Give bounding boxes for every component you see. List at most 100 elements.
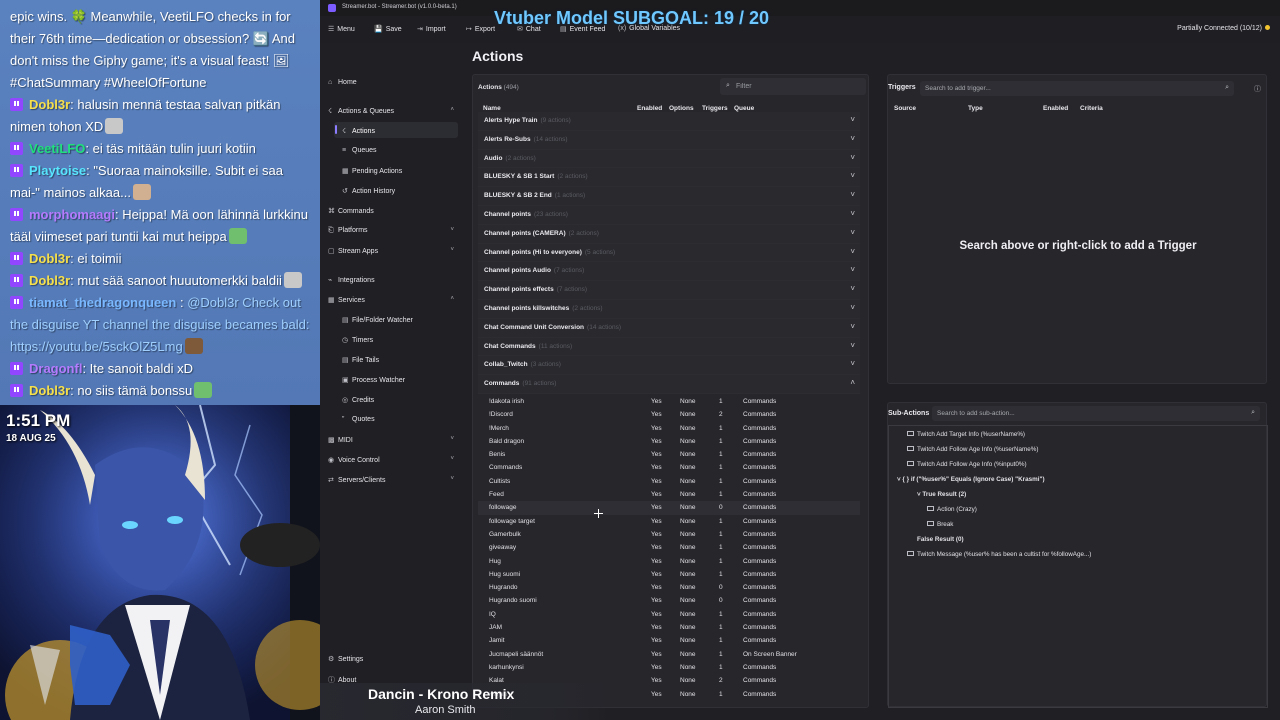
sidebar-item-actions-queues[interactable]: ☇ Actions & Queues bbox=[328, 107, 394, 115]
chevron-down-icon[interactable]: ˅ bbox=[850, 209, 855, 218]
subaction-search[interactable]: ⌕ bbox=[932, 406, 1260, 421]
chevron-icon[interactable]: ˅ bbox=[450, 227, 454, 233]
menu-menu-button[interactable]: ☰ Menu bbox=[328, 25, 355, 33]
sidebar-item-servers-clients[interactable]: ⇄ Servers/Clients bbox=[328, 476, 385, 484]
column-header-criteria[interactable]: Criteria bbox=[1080, 105, 1103, 112]
sidebar-item-process-watcher[interactable]: ▣ Process Watcher bbox=[342, 376, 405, 384]
subaction-item[interactable]: ˅ True Result (2) bbox=[917, 491, 966, 498]
subaction-item[interactable]: Action (Crazy) bbox=[927, 506, 977, 513]
sidebar-item-midi[interactable]: ▩ MIDI bbox=[328, 436, 353, 444]
subaction-search-input[interactable] bbox=[937, 408, 1227, 419]
table-row[interactable]: Benis Yes None 1 Commands bbox=[478, 448, 860, 461]
action-group[interactable]: Alerts Re-Subs (14 actions) ˅ bbox=[478, 130, 860, 150]
sidebar-item-commands[interactable]: ⌘ Commands bbox=[328, 207, 374, 215]
sidebar-item-timers[interactable]: ◷ Timers bbox=[342, 336, 373, 344]
action-group[interactable]: Channel points Audio (7 actions) ˅ bbox=[478, 262, 860, 282]
chevron-down-icon[interactable]: ˅ bbox=[850, 359, 855, 368]
table-row[interactable]: Hug Yes None 1 Commands bbox=[478, 555, 860, 568]
chevron-down-icon[interactable]: ˅ bbox=[850, 247, 855, 256]
subaction-item[interactable]: Twitch Add Follow Age Info (%input0%) bbox=[907, 461, 1027, 468]
action-group[interactable]: Channel points effects (7 actions) ˅ bbox=[478, 281, 860, 300]
table-row[interactable]: Feed Yes None 1 Commands bbox=[478, 488, 860, 501]
chevron-icon[interactable]: ˄ bbox=[450, 107, 454, 113]
table-row[interactable]: !dakota irish Yes None 1 Commands bbox=[478, 395, 860, 408]
table-row[interactable]: Gamerbulk Yes None 1 Commands bbox=[478, 528, 860, 541]
action-group[interactable]: BLUESKY & SB 1 Start (2 actions) ˅ bbox=[478, 168, 860, 188]
subaction-item[interactable]: Twitch Add Follow Age Info (%userName%) bbox=[907, 446, 1038, 453]
action-group[interactable]: BLUESKY & SB 2 End (1 actions) ˅ bbox=[478, 187, 860, 206]
sidebar-item-integrations[interactable]: ⌁ Integrations bbox=[328, 276, 375, 284]
sidebar-item-credits[interactable]: ◎ Credits bbox=[342, 396, 374, 404]
chevron-icon[interactable]: ˄ bbox=[450, 296, 454, 302]
chevron-down-icon[interactable]: ˅ bbox=[850, 153, 855, 162]
table-row[interactable]: Jamit Yes None 1 Commands bbox=[478, 634, 860, 647]
table-row[interactable]: Jucmapeli säännöt Yes None 1 On Screen Banne… bbox=[478, 648, 860, 661]
action-group[interactable]: Channel points killswitches (2 actions) ˅ bbox=[478, 299, 860, 319]
table-row[interactable]: Bald dragon Yes None 1 Commands bbox=[478, 435, 860, 448]
table-row[interactable]: JAM Yes None 1 Commands bbox=[478, 621, 860, 634]
column-header-triggers[interactable]: Triggers bbox=[702, 105, 728, 112]
chevron-down-icon[interactable]: ˅ bbox=[850, 228, 855, 237]
sidebar-item-action-history[interactable]: ↺ Action History bbox=[342, 187, 395, 195]
trigger-search[interactable]: ⌕ bbox=[920, 81, 1234, 96]
trigger-search-input[interactable] bbox=[925, 83, 1215, 94]
filter-input[interactable] bbox=[736, 81, 856, 92]
chevron-down-icon[interactable]: ˅ bbox=[850, 134, 855, 143]
chevron-up-icon[interactable]: ˄ bbox=[850, 378, 855, 387]
subaction-item[interactable]: Twitch Message (%user% has been a cultis… bbox=[907, 551, 1091, 558]
action-group[interactable]: Channel points (Hi to everyone) (5 action… bbox=[478, 243, 860, 263]
table-row[interactable]: !Discord Yes None 2 Commands bbox=[478, 408, 860, 421]
table-row[interactable]: followage target Yes None 1 Commands bbox=[478, 515, 860, 528]
chevron-down-icon[interactable]: ˅ bbox=[850, 265, 855, 274]
column-header-options[interactable]: Options bbox=[669, 105, 694, 112]
sidebar-item-actions[interactable]: ☇ Actions bbox=[342, 127, 375, 135]
action-group[interactable]: Channel points (CAMERA) (2 actions) ˅ bbox=[478, 224, 860, 244]
sidebar-item-platforms[interactable]: ⎗ Platforms bbox=[328, 227, 368, 235]
sidebar-item-file-folder-watcher[interactable]: ▤ File/Folder Watcher bbox=[342, 316, 413, 324]
connection-status[interactable]: Partially Connected (10/12) bbox=[1177, 25, 1270, 32]
table-row[interactable]: !Merch Yes None 1 Commands bbox=[478, 422, 860, 435]
sidebar-item-file-tails[interactable]: ▤ File Tails bbox=[342, 356, 379, 364]
table-row[interactable]: followage Yes None 0 Commands bbox=[478, 501, 860, 515]
chevron-down-icon[interactable]: ˅ bbox=[850, 341, 855, 350]
chevron-icon[interactable]: ˅ bbox=[450, 247, 454, 253]
column-header-enabled[interactable]: Enabled bbox=[637, 105, 662, 112]
subaction-item[interactable]: ˅ { } if ("%user%" Equals (Ignore Case) … bbox=[897, 476, 1045, 483]
chevron-down-icon[interactable]: ˅ bbox=[850, 115, 855, 124]
action-group[interactable]: Commands (91 actions) ˄ bbox=[478, 375, 860, 394]
table-row[interactable]: Cultists Yes None 1 Commands bbox=[478, 475, 860, 488]
column-header-type[interactable]: Type bbox=[968, 105, 983, 112]
subaction-item[interactable]: False Result (0) bbox=[917, 536, 964, 543]
menu-save-button[interactable]: 💾 Save bbox=[374, 25, 402, 33]
sidebar-item-home[interactable]: ⌂ Home bbox=[328, 79, 357, 86]
sidebar-item-pending-actions[interactable]: ▦ Pending Actions bbox=[342, 167, 402, 175]
chevron-down-icon[interactable]: ˅ bbox=[850, 303, 855, 312]
menu-import-button[interactable]: ⇥ Import bbox=[417, 25, 446, 33]
menu-export-button[interactable]: ↦ Export bbox=[466, 25, 495, 33]
table-row[interactable]: Hug suomi Yes None 1 Commands bbox=[478, 568, 860, 581]
info-icon[interactable]: ⓘ bbox=[1254, 84, 1261, 94]
chevron-down-icon[interactable]: ˅ bbox=[850, 284, 855, 293]
chevron-down-icon[interactable]: ˅ bbox=[850, 190, 855, 199]
column-header-name[interactable]: Name bbox=[483, 105, 501, 112]
action-group[interactable]: Chat Command Unit Conversion (14 actions)… bbox=[478, 318, 860, 338]
chevron-icon[interactable]: ˅ bbox=[450, 456, 454, 462]
column-header-source[interactable]: Source bbox=[894, 105, 916, 112]
table-row[interactable]: giveaway Yes None 1 Commands bbox=[478, 541, 860, 554]
action-group[interactable]: Audio (2 actions) ˅ bbox=[478, 149, 860, 169]
chevron-icon[interactable]: ˅ bbox=[450, 436, 454, 442]
chevron-icon[interactable]: ˅ bbox=[450, 476, 454, 482]
subaction-item[interactable]: Twitch Add Target Info (%userName%) bbox=[907, 431, 1025, 438]
sidebar-item-settings[interactable]: ⚙ Settings bbox=[328, 655, 363, 663]
filter-box[interactable]: ⌕ bbox=[720, 78, 866, 95]
action-group[interactable]: Channel points (23 actions) ˅ bbox=[478, 205, 860, 225]
sidebar-item-voice-control[interactable]: ◉ Voice Control bbox=[328, 456, 380, 464]
sidebar-item-quotes[interactable]: ” Quotes bbox=[342, 416, 375, 423]
table-row[interactable]: Commands Yes None 1 Commands bbox=[478, 461, 860, 474]
column-header-queue[interactable]: Queue bbox=[734, 105, 754, 112]
action-group[interactable]: Collab_Twitch (3 actions) ˅ bbox=[478, 356, 860, 376]
table-row[interactable]: Hugrando suomi Yes None 0 Commands bbox=[478, 594, 860, 607]
table-row[interactable]: Hugrando Yes None 0 Commands bbox=[478, 581, 860, 594]
sidebar-item-queues[interactable]: ≡ Queues bbox=[342, 147, 377, 154]
table-row[interactable]: karhunkynsi Yes None 1 Commands bbox=[478, 661, 860, 674]
